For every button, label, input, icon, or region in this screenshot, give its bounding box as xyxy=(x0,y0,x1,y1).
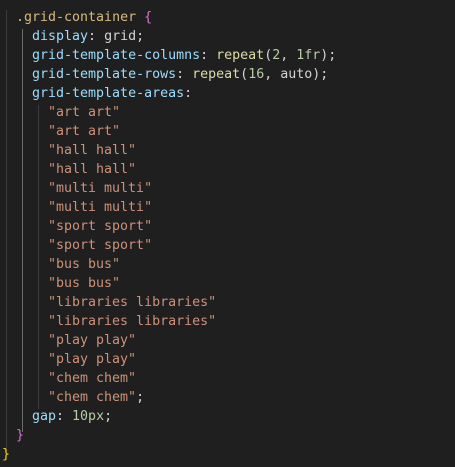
css-number-cols-size: 1fr xyxy=(296,48,321,63)
area-string: "chem chem" xyxy=(48,390,137,405)
css-value-display: grid xyxy=(104,29,137,44)
area-string: "libraries libraries" xyxy=(48,295,217,310)
code-line-columns: grid-template-columns: repeat(2, 1fr); xyxy=(32,48,337,63)
css-selector: .grid-container xyxy=(16,10,137,25)
css-function-repeat: repeat xyxy=(192,67,241,82)
css-number-rows-count: 16 xyxy=(248,67,265,82)
area-string: "bus bus" xyxy=(48,276,121,291)
css-function-repeat: repeat xyxy=(216,48,265,63)
code-editor[interactable]: .grid-container { display: grid; grid-te… xyxy=(0,0,455,467)
css-property-rows: grid-template-rows xyxy=(32,67,177,82)
css-property-areas: grid-template-areas xyxy=(32,86,185,101)
area-string: "multi multi" xyxy=(48,181,153,196)
area-string: "art art" xyxy=(48,105,121,120)
css-value-gap: 10px xyxy=(72,409,105,424)
css-property-gap: gap xyxy=(32,409,57,424)
code-line-gap: gap: 10px; xyxy=(32,409,113,424)
indent-guide-rule xyxy=(22,29,23,432)
area-string: "multi multi" xyxy=(48,200,153,215)
indent-guide-outer xyxy=(6,10,7,451)
close-brace: } xyxy=(16,428,25,443)
code-line-display: display: grid; xyxy=(32,29,145,44)
area-string: "sport sport" xyxy=(48,219,153,234)
code-line-last-area: "chem chem"; xyxy=(48,390,145,405)
area-string: "libraries libraries" xyxy=(48,314,217,329)
code-line-areas: grid-template-areas: xyxy=(32,86,193,101)
area-string: "hall hall" xyxy=(48,143,137,158)
area-string: "bus bus" xyxy=(48,257,121,272)
area-string: "art art" xyxy=(48,124,121,139)
open-brace: { xyxy=(144,10,153,25)
area-string: "sport sport" xyxy=(48,238,153,253)
area-string: "chem chem" xyxy=(48,371,137,386)
css-property-display: display xyxy=(32,29,89,44)
indent-guide-areas xyxy=(38,105,39,409)
area-string: "hall hall" xyxy=(48,162,137,177)
css-value-rows-size: auto xyxy=(280,67,313,82)
css-property-columns: grid-template-columns xyxy=(32,48,201,63)
area-string: "play play" xyxy=(48,352,137,367)
outer-close-brace: } xyxy=(2,447,11,462)
code-line-selector: .grid-container { xyxy=(16,8,152,27)
code-line-rows: grid-template-rows: repeat(16, auto); xyxy=(32,67,329,82)
area-string: "play play" xyxy=(48,333,137,348)
